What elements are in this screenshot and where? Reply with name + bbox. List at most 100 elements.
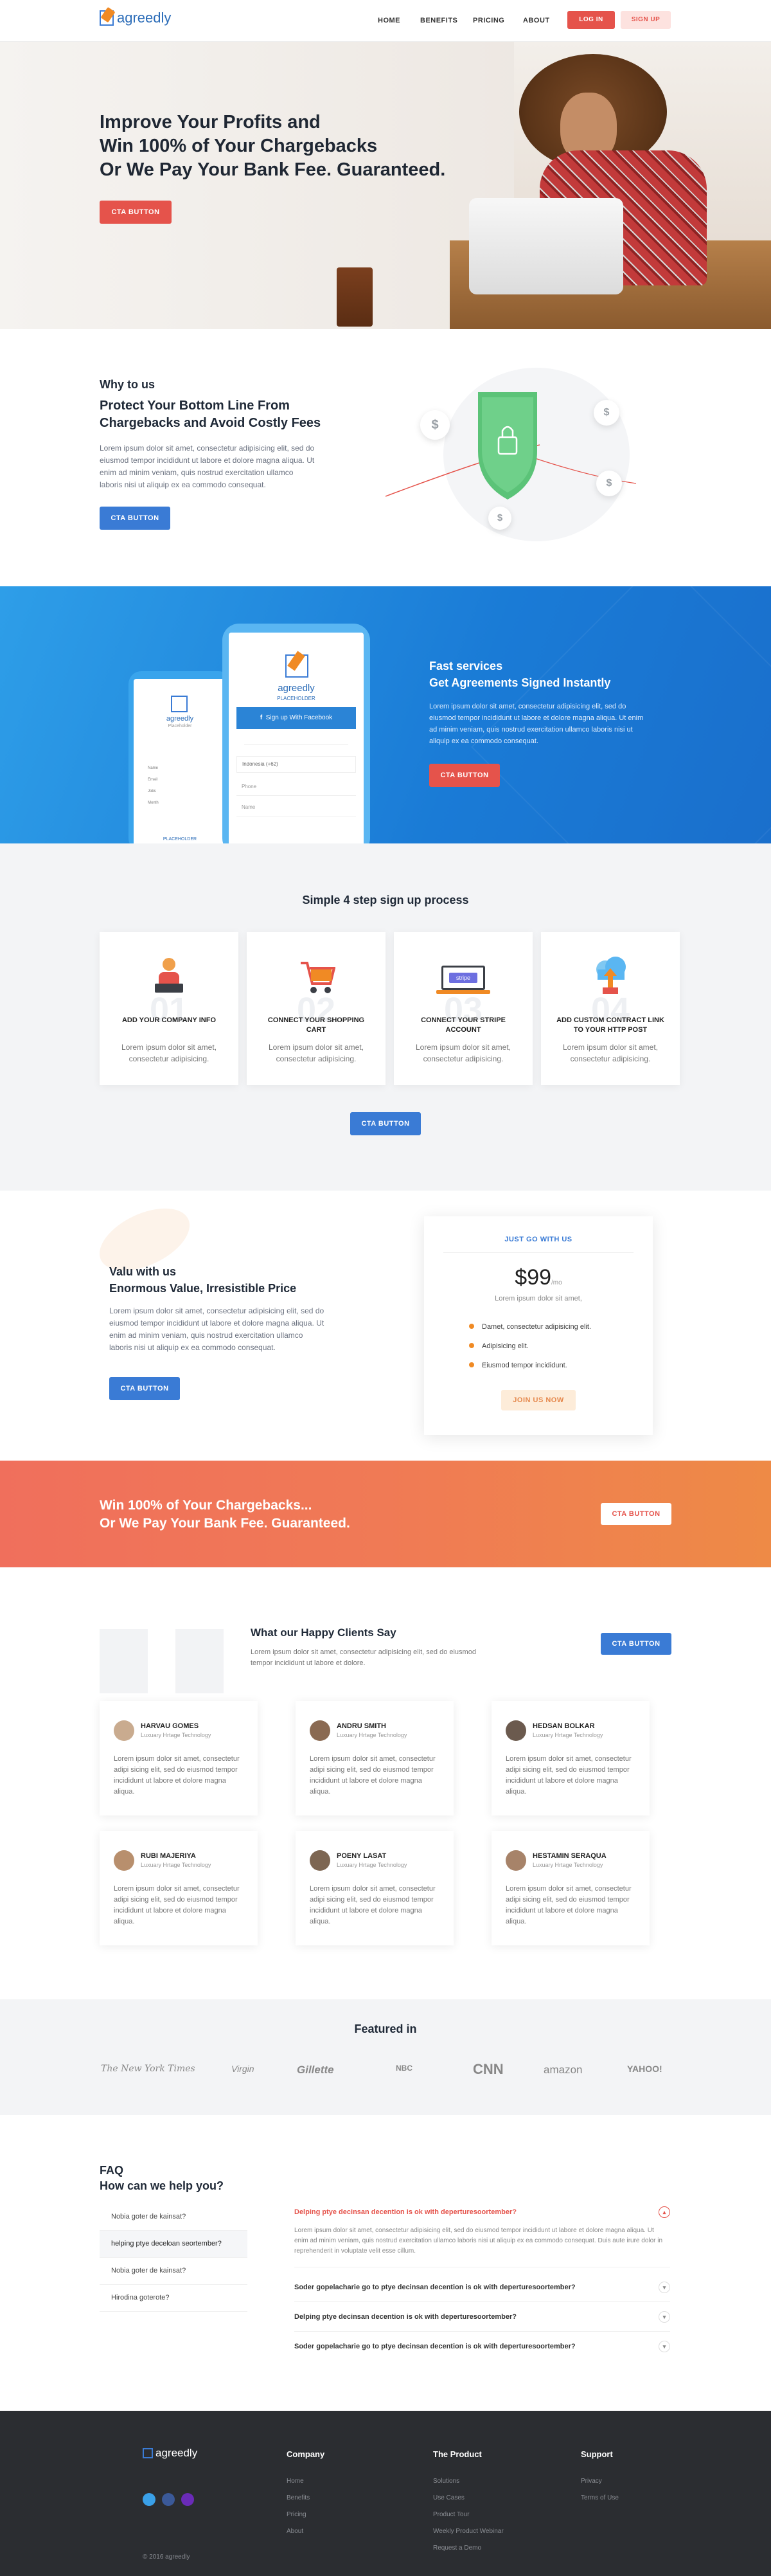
pricing-card-label: JUST GO WITH US	[504, 1236, 572, 1243]
clients-text: Lorem ipsum dolor sit amet, consectetur …	[251, 1648, 476, 1667]
chevron-down-icon[interactable]: ▾	[659, 2311, 670, 2323]
step-title: CONNECT YOUR STRIPE ACCOUNT	[421, 1016, 506, 1034]
steps-cta-button[interactable]: CTA BUTTON	[350, 1112, 421, 1135]
clients-title: What our Happy Clients Say	[251, 1626, 396, 1639]
faq-category[interactable]: Hirodina goterote?	[100, 2285, 247, 2312]
dollar-icon: $	[594, 400, 619, 426]
nav-about[interactable]: ABOUT	[523, 17, 550, 24]
testimonials-section: What our Happy Clients Say Lorem ipsum d…	[0, 1567, 771, 1999]
step-text: Lorem ipsum dolor sit amet, consectetur …	[562, 1043, 659, 1063]
banner-headline: Win 100% of Your Chargebacks... Or We Pa…	[100, 1497, 350, 1533]
login-button[interactable]: LOG IN	[567, 11, 615, 29]
nav-home[interactable]: HOME	[378, 17, 400, 24]
small-field: Email	[148, 778, 158, 782]
faq-question: Soder gopelacharie go to ptye decinsan d…	[294, 2343, 576, 2350]
hero-cta-button[interactable]: CTA BUTTON	[100, 201, 172, 224]
step-card-2: 02 CONNECT YOUR SHOPPING CART Lorem ipsu…	[247, 932, 386, 1085]
client-role: Luxuary Hrtage Technology	[337, 1862, 407, 1868]
facebook-signup-button[interactable]: f Sign up With Facebook	[236, 707, 356, 729]
footer-link[interactable]: About	[287, 2528, 303, 2535]
faq-section: FAQ How can we help you? Nobia goter de …	[0, 2115, 771, 2411]
dollar-icon: $	[420, 410, 450, 440]
yahoo-logo: YAHOO!	[627, 2064, 662, 2074]
footer-link[interactable]: Privacy	[581, 2478, 602, 2485]
avatar	[506, 1850, 526, 1871]
clients-cta-button[interactable]: CTA BUTTON	[601, 1633, 671, 1655]
client-name: HEDSAN BOLKAR	[533, 1722, 595, 1730]
pricing-title: Enormous Value, Irresistible Price	[109, 1282, 297, 1295]
step-text: Lorem ipsum dolor sit amet, consectetur …	[121, 1043, 217, 1063]
fast-title: Get Agreements Signed Instantly	[429, 676, 611, 689]
why-title-line-2: Chargebacks and Avoid Costly Fees	[100, 416, 321, 430]
faq-item[interactable]: Delping ptye decinsan decention is ok wi…	[294, 2311, 670, 2323]
app-logo-icon	[171, 696, 188, 712]
footer-link[interactable]: Request a Demo	[433, 2544, 481, 2552]
faq-item[interactable]: Soder gopelacharie go to ptye decinsan d…	[294, 2341, 670, 2352]
signup-button[interactable]: SIGN UP	[621, 11, 671, 29]
chevron-down-icon[interactable]: ▾	[659, 2341, 670, 2352]
footer-link[interactable]: Solutions	[433, 2478, 459, 2485]
client-role: Luxuary Hrtage Technology	[141, 1862, 211, 1868]
footer-link[interactable]: Terms of Use	[581, 2494, 619, 2501]
why-title: Protect Your Bottom Line From Chargeback…	[100, 397, 369, 432]
logo-text[interactable]: agreedly	[117, 10, 171, 26]
step-title: ADD YOUR COMPANY INFO	[121, 1016, 217, 1024]
faq-question: Soder gopelacharie go to ptye decinsan d…	[294, 2283, 576, 2291]
faq-category-active[interactable]: helping ptye deceloan seortember?	[100, 2231, 247, 2258]
chevron-down-icon[interactable]: ▾	[659, 2282, 670, 2293]
client-quote: Lorem ipsum dolor sit amet, consectetur …	[310, 1885, 436, 1925]
banner-cta-button[interactable]: CTA BUTTON	[601, 1503, 671, 1525]
footer-link[interactable]: Product Tour	[433, 2511, 470, 2518]
faq-item-open[interactable]: Delping ptye decinsan decention is ok wi…	[294, 2206, 670, 2218]
footer-link[interactable]: Weekly Product Webinar	[433, 2528, 504, 2535]
faq-item[interactable]: Soder gopelacharie go to ptye decinsan d…	[294, 2282, 670, 2293]
skype-icon[interactable]	[143, 2493, 155, 2506]
phone-mockup-small: agreedly Placeholder Name Email Jobs Mon…	[128, 671, 231, 843]
faq-category[interactable]: Nobia goter de kainsat?	[100, 2204, 247, 2231]
footer-support-heading: Support	[581, 2449, 613, 2459]
testimonial-card: HEDSAN BOLKAR Luxuary Hrtage Technology Lo…	[492, 1701, 650, 1815]
why-text: Lorem ipsum dolor sit amet, consectetur …	[100, 444, 315, 489]
featured-title: Featured in	[354, 2022, 417, 2035]
facebook-signup-label: Sign up With Facebook	[265, 714, 333, 721]
client-quote: Lorem ipsum dolor sit amet, consectetur …	[114, 1885, 240, 1925]
gillette-logo: Gillette	[297, 2064, 334, 2076]
avatar	[506, 1720, 526, 1741]
price: $99/mo	[424, 1265, 653, 1290]
phone-field[interactable]: Phone	[236, 779, 356, 796]
faq-category[interactable]: Nobia goter de kainsat?	[100, 2258, 247, 2285]
pricing-feature: Eiusmod tempor incididunt.	[469, 1362, 567, 1369]
footer-brand[interactable]: agreedly	[155, 2447, 197, 2460]
nav-pricing[interactable]: PRICING	[473, 17, 504, 24]
chevron-up-icon[interactable]: ▴	[659, 2206, 670, 2218]
footer-link[interactable]: Benefits	[287, 2494, 310, 2501]
yahoo-icon[interactable]	[181, 2493, 194, 2506]
why-eyebrow: Why to us	[100, 378, 155, 391]
pricing-feature: Damet, consectetur adipisicing elit.	[469, 1323, 591, 1331]
hero-section: Improve Your Profits and Win 100% of You…	[0, 41, 771, 329]
client-name: RUBI MAJERIYA	[141, 1852, 196, 1860]
testimonial-card: RUBI MAJERIYA Luxuary Hrtage Technology Lo…	[100, 1831, 258, 1945]
client-quote: Lorem ipsum dolor sit amet, consectetur …	[114, 1755, 240, 1796]
phone-brand: agreedly	[166, 715, 194, 723]
facebook-icon[interactable]	[162, 2493, 175, 2506]
join-us-button[interactable]: JOIN US NOW	[501, 1390, 576, 1410]
step-card-4: 04 ADD CUSTOM CONTRACT LINK TO YOUR HTTP…	[541, 932, 680, 1085]
step-card-1: 01 ADD YOUR COMPANY INFO Lorem ipsum dol…	[100, 932, 238, 1085]
footer-link[interactable]: Pricing	[287, 2511, 306, 2518]
steps-title: Simple 4 step sign up process	[302, 894, 469, 906]
country-select[interactable]: Indonesia (+62)	[236, 756, 356, 773]
app-logo-icon	[285, 651, 308, 678]
footer-product-heading: The Product	[433, 2449, 482, 2459]
small-field: Jobs	[148, 789, 156, 793]
footer-link[interactable]: Use Cases	[433, 2494, 465, 2501]
client-name: POENY LASAT	[337, 1852, 387, 1860]
footer-link[interactable]: Home	[287, 2478, 304, 2485]
fast-cta-button[interactable]: CTA BUTTON	[429, 764, 500, 787]
name-field[interactable]: Name	[236, 800, 356, 816]
why-cta-button[interactable]: CTA BUTTON	[100, 507, 170, 530]
nav-benefits[interactable]: BENEFITS	[420, 17, 457, 24]
pricing-card-sub: Lorem ipsum dolor sit amet,	[495, 1295, 582, 1302]
pricing-cta-button[interactable]: CTA BUTTON	[109, 1377, 180, 1400]
pricing-eyebrow: Valu with us	[109, 1265, 177, 1278]
